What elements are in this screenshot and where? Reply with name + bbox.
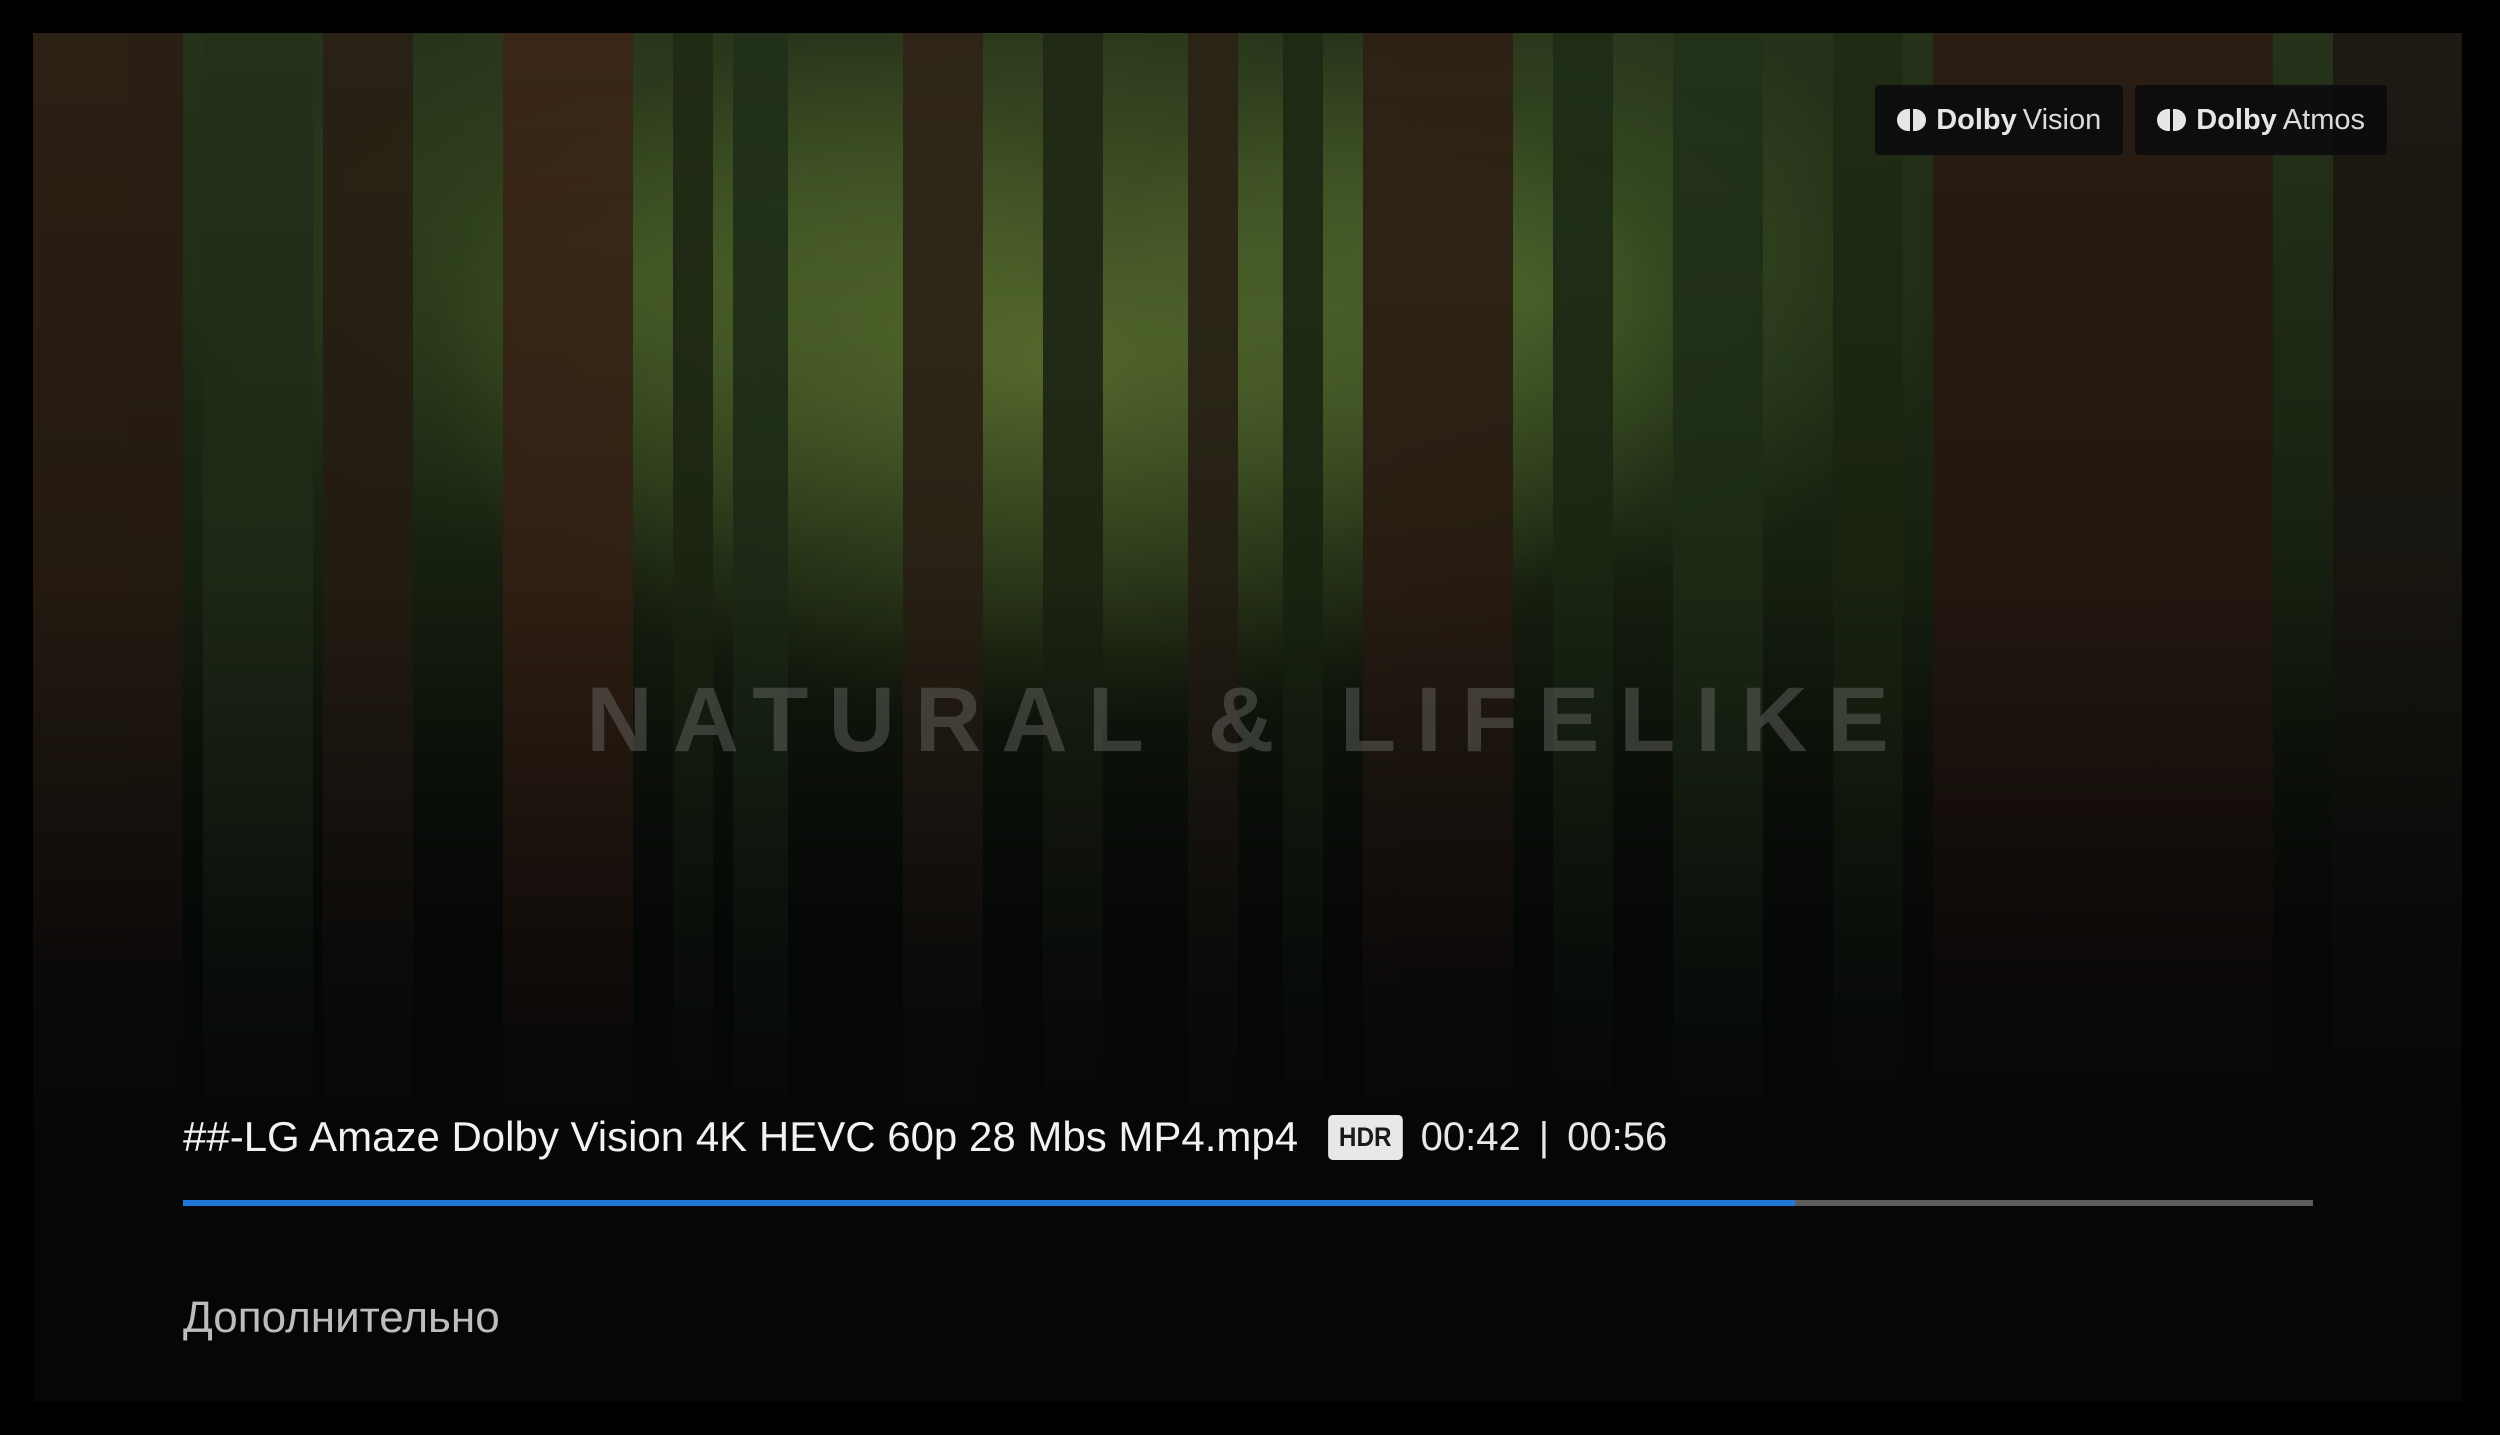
total-time: 00:56: [1567, 1114, 1668, 1159]
more-options-button[interactable]: Дополнительно: [183, 1293, 500, 1343]
format-badges: Dolby Vision Dolby Atmos: [1875, 85, 2387, 155]
dolby-vision-badge: Dolby Vision: [1875, 85, 2124, 155]
dolby-logo-icon: [2157, 109, 2187, 131]
dolby-logo-icon: [1897, 109, 1927, 131]
badge-sub: Vision: [2022, 103, 2102, 136]
current-time: 00:42: [1420, 1114, 1521, 1159]
video-watermark-text: NATURAL & LIFELIKE: [586, 669, 1909, 771]
seek-bar[interactable]: [183, 1200, 2313, 1206]
time-separator: |: [1538, 1114, 1550, 1159]
badge-sub: Atmos: [2282, 103, 2365, 136]
hdr-badge: HDR: [1328, 1114, 1403, 1160]
badge-brand: Dolby: [2196, 103, 2277, 136]
seek-bar-progress: [183, 1200, 1796, 1206]
file-title: ##-LG Amaze Dolby Vision 4K HEVC 60p 28 …: [183, 1113, 1299, 1160]
badge-brand: Dolby: [1936, 103, 2017, 136]
playback-info: ##-LG Amaze Dolby Vision 4K HEVC 60p 28 …: [183, 1113, 1667, 1161]
tv-screen: NATURAL & LIFELIKE Dolby Vision Dolby At…: [33, 33, 2462, 1402]
dolby-atmos-badge: Dolby Atmos: [2135, 85, 2387, 155]
